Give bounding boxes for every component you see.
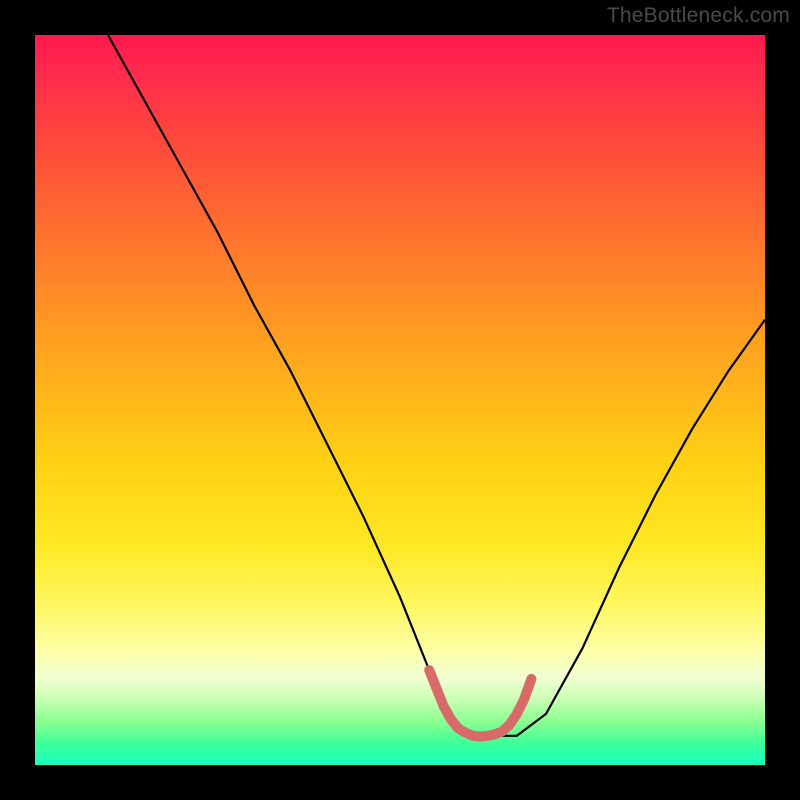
plot-lines xyxy=(35,35,765,765)
watermark-text: TheBottleneck.com xyxy=(607,4,790,28)
chart-frame: TheBottleneck.com xyxy=(0,0,800,800)
bottleneck-curve xyxy=(108,35,765,736)
optimal-band-highlight xyxy=(429,670,531,736)
